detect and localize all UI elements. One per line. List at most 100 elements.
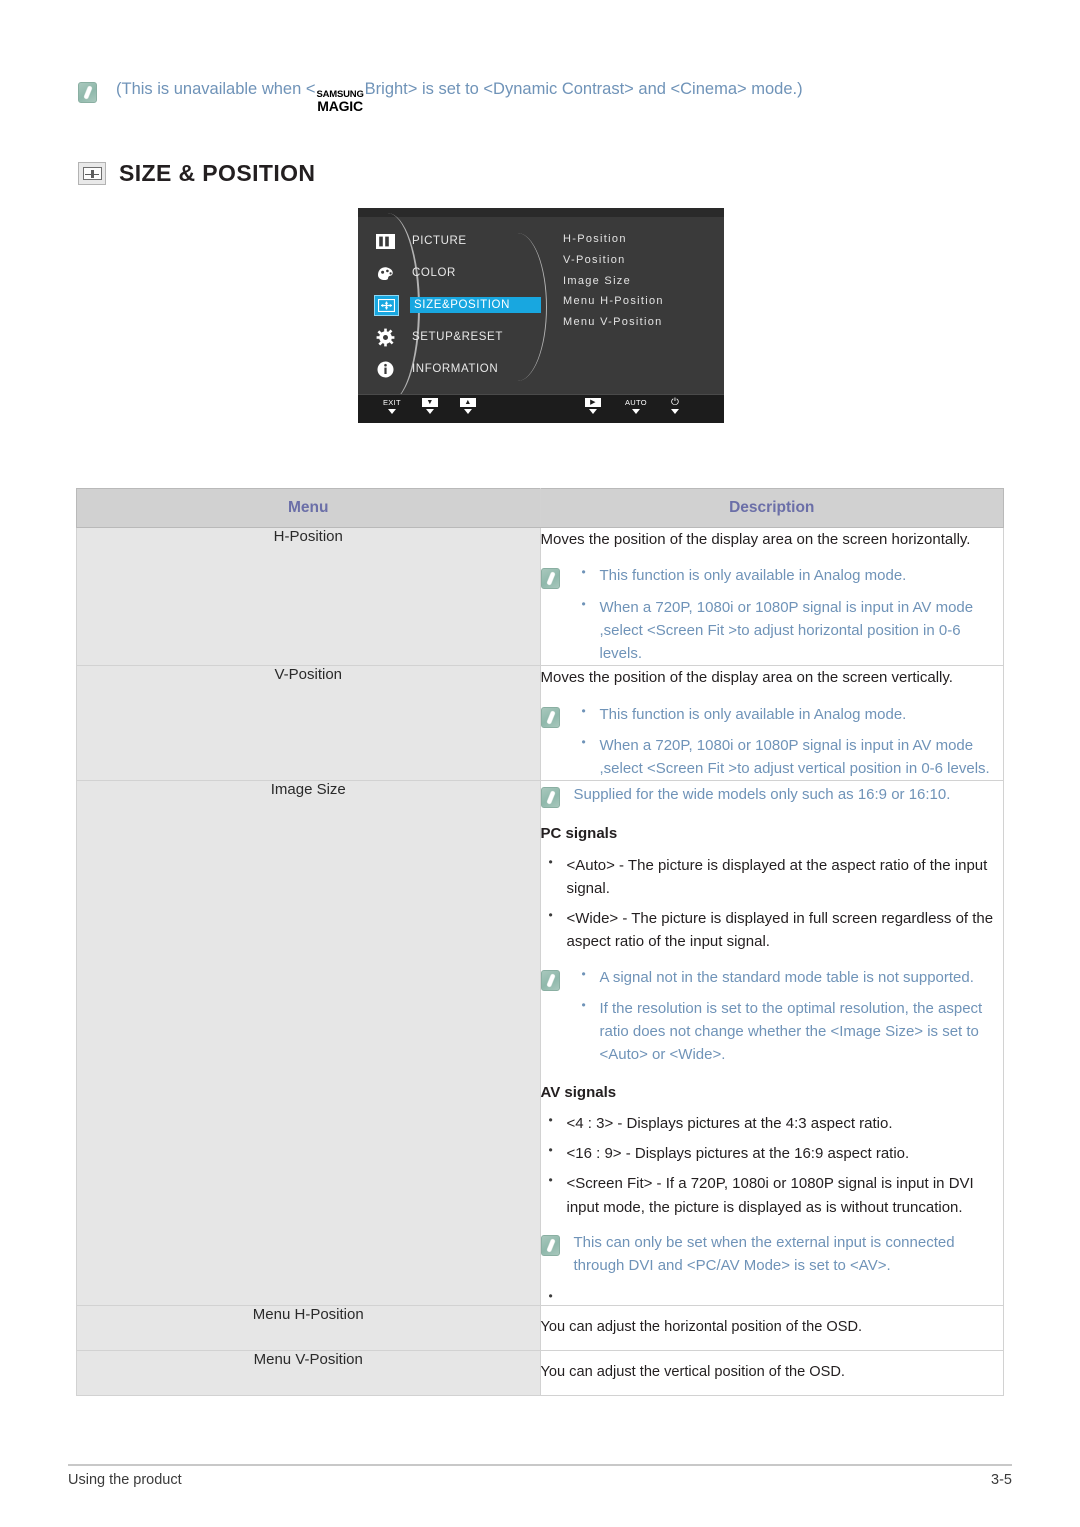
manual-page: (This is unavailable when < SAMSUNG MAGIC B… (0, 0, 1080, 1527)
list-item: <Auto> - The picture is displayed at the… (541, 853, 1004, 901)
footer-left-text: Using the product (68, 1472, 182, 1488)
osd-exit-button[interactable]: EXIT (383, 398, 401, 414)
note-block: A signal not in the standard mode table … (540, 965, 1004, 1067)
down-chip-icon: ▼ (422, 398, 438, 407)
osd-down-button[interactable]: ▼ (422, 398, 438, 414)
note-body: This function is only available in Analo… (574, 563, 1004, 666)
size-position-icon (374, 294, 399, 316)
color-icon (374, 264, 397, 283)
note-body: A signal not in the standard mode table … (574, 965, 1004, 1067)
row-menu-label: Menu V-Position (76, 1350, 541, 1396)
chevron-down-icon (464, 409, 472, 414)
note-icon (78, 82, 97, 103)
table-row: Menu H-Position You can adjust the horiz… (76, 1305, 1004, 1352)
note-text: Supplied for the wide models only such a… (573, 786, 951, 804)
footer-page-number: 3-5 (991, 1472, 1012, 1488)
table-header-row: Menu Description (76, 488, 1004, 528)
top-note: (This is unavailable when < SAMSUNG MAGIC B… (78, 80, 978, 113)
note-bullet: When a 720P, 1080i or 1080P signal is in… (574, 595, 1004, 666)
row-intro-text: Moves the position of the display area o… (540, 669, 953, 687)
osd-menu-label: INFORMATION (412, 363, 499, 375)
osd-submenu-item[interactable]: Menu H-Position (563, 291, 664, 312)
row-description: Moves the position of the display area o… (539, 665, 1004, 782)
osd-submenu: H-Position V-Position Image Size Menu H-… (563, 229, 664, 333)
top-note-prefix: (This is unavailable when < (116, 80, 316, 98)
list-item: <Wide> - The picture is displayed in ful… (541, 906, 1004, 954)
information-icon (374, 360, 397, 379)
osd-left-menu: PICTURE COLOR SIZE&POSITION SETUP&RESET … (374, 225, 554, 385)
chevron-down-icon (671, 409, 680, 414)
list-item: <Screen Fit> - If a 720P, 1080i or 1080P… (541, 1171, 1004, 1219)
osd-menu-label: SIZE&POSITION (410, 297, 541, 313)
menu-description-table: Menu Description H-Position Moves the po… (76, 488, 1004, 1396)
table-header-description: Description (539, 488, 1004, 528)
table-header: Menu Description (76, 488, 1004, 528)
page-title: SIZE & POSITION (119, 160, 316, 186)
row-description: You can adjust the horizontal position o… (539, 1305, 1004, 1352)
note-body: Supplied for the wide models only such a… (574, 783, 1004, 806)
osd-menu-label: PICTURE (412, 235, 467, 247)
row-description: Supplied for the wide models only such a… (539, 780, 1004, 1307)
samsung-magic-logo: SAMSUNG MAGIC (316, 90, 363, 114)
note-block: This function is only available in Analo… (540, 563, 1004, 666)
osd-exit-label: EXIT (383, 398, 401, 407)
osd-screenshot: PICTURE COLOR SIZE&POSITION SETUP&RESET … (358, 208, 724, 423)
osd-menu-item-color[interactable]: COLOR (374, 257, 554, 289)
page-footer: Using the product 3-5 (68, 1472, 1012, 1488)
size-position-icon-inner (82, 167, 102, 180)
footer-divider (68, 1464, 1012, 1466)
note-block: Supplied for the wide models only such a… (540, 783, 1004, 809)
top-note-text: (This is unavailable when < SAMSUNG MAGIC B… (116, 80, 803, 113)
note-bullet: This function is only available in Analo… (574, 563, 1004, 587)
note-bullet-list: This function is only available in Analo… (574, 702, 1004, 781)
note-block: This can only be set when the external i… (540, 1231, 1004, 1278)
osd-power-button[interactable]: ⏻ (671, 398, 680, 414)
osd-submenu-item[interactable]: Image Size (563, 271, 664, 292)
top-note-suffix: Bright> is set to <Dynamic Contrast> and… (364, 80, 803, 98)
up-chip-icon: ▲ (460, 398, 476, 407)
osd-submenu-item[interactable]: V-Position (563, 250, 664, 271)
table-row: Image Size Supplied for the wide models … (76, 780, 1004, 1307)
note-bullet: If the resolution is set to the optimal … (574, 996, 1004, 1067)
note-icon (540, 568, 560, 590)
note-icon (540, 969, 560, 991)
table-body: H-Position Moves the position of the dis… (76, 526, 1004, 1396)
table-row: V-Position Moves the position of the dis… (76, 665, 1004, 782)
table-header-menu: Menu (76, 488, 541, 528)
osd-menu-item-size-position[interactable]: SIZE&POSITION (374, 289, 554, 321)
list-item: <4 : 3> - Displays pictures at the 4:3 a… (541, 1111, 1004, 1135)
av-signals-list: <4 : 3> - Displays pictures at the 4:3 a… (541, 1111, 1004, 1219)
av-signals-heading: AV signals (540, 1083, 617, 1101)
chevron-down-icon (426, 409, 434, 414)
row-menu-label: H-Position (76, 526, 541, 667)
pc-signals-list: <Auto> - The picture is displayed at the… (541, 853, 1004, 954)
osd-menu-label: SETUP&RESET (412, 331, 503, 343)
note-bullet-list: This function is only available in Analo… (574, 563, 1004, 666)
osd-enter-button[interactable]: ▶ (585, 398, 601, 414)
note-body: This can only be set when the external i… (574, 1231, 1004, 1278)
setup-reset-icon (374, 328, 397, 347)
samsung-magic-logo-line2: MAGIC (317, 97, 363, 114)
osd-menu-item-information[interactable]: INFORMATION (374, 353, 554, 385)
osd-submenu-item[interactable]: H-Position (563, 229, 664, 250)
note-block: This function is only available in Analo… (540, 702, 1004, 781)
chevron-down-icon (589, 409, 597, 414)
size-position-icon (78, 162, 106, 185)
enter-chip-icon: ▶ (585, 398, 601, 407)
osd-submenu-item[interactable]: Menu V-Position (563, 312, 664, 333)
osd-auto-label: AUTO (625, 398, 647, 407)
chevron-down-icon (631, 409, 640, 414)
row-menu-label: Image Size (76, 780, 541, 1307)
note-icon (540, 1234, 560, 1256)
empty-bullet (541, 1287, 1004, 1306)
row-intro-text: Moves the position of the display area o… (540, 531, 971, 548)
osd-menu-item-setup-reset[interactable]: SETUP&RESET (374, 321, 554, 353)
osd-button-bar: EXIT ▼ ▲ ▶ AUTO ⏻ (358, 394, 724, 423)
osd-auto-button[interactable]: AUTO (625, 398, 647, 414)
osd-up-button[interactable]: ▲ (460, 398, 476, 414)
section-heading: SIZE & POSITION (78, 160, 315, 187)
osd-menu-label: COLOR (412, 267, 456, 279)
note-bullet: This function is only available in Analo… (574, 702, 1004, 726)
osd-menu-item-picture[interactable]: PICTURE (374, 225, 554, 257)
picture-icon (374, 232, 397, 251)
